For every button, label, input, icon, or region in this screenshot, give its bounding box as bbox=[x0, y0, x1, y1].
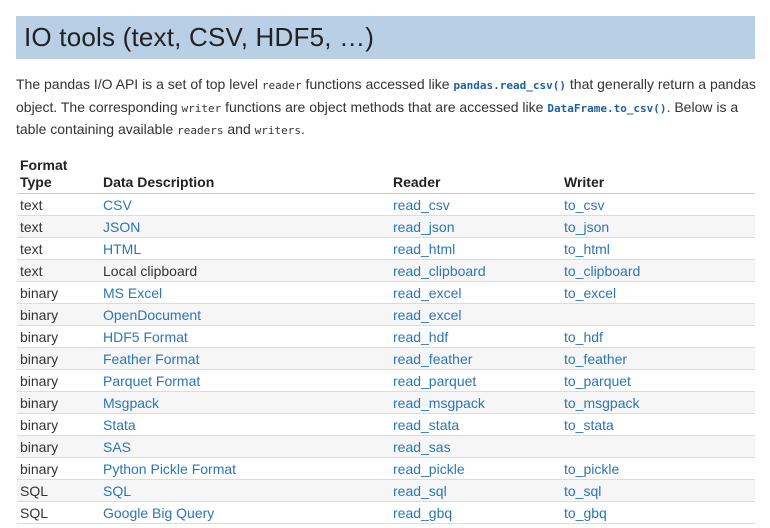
data-description-link[interactable]: SAS bbox=[100, 435, 390, 458]
writer-link[interactable]: to_msgpack bbox=[561, 391, 755, 414]
table-row: text JSON read_json to_json bbox=[17, 215, 755, 238]
data-description-cell: Local clipboard bbox=[100, 259, 390, 282]
intro-text: and bbox=[223, 121, 255, 137]
reader-link[interactable]: read_stata bbox=[390, 413, 561, 436]
intro-text: functions are object methods that are ac… bbox=[221, 98, 548, 115]
format-type-cell: binary bbox=[17, 303, 100, 326]
writer-cell-empty bbox=[561, 435, 755, 458]
format-type-cell: binary bbox=[17, 347, 100, 370]
table-row: binary Python Pickle Format read_pickle to_… bbox=[17, 457, 755, 480]
writer-link[interactable]: to_csv bbox=[561, 193, 755, 216]
table-row: binary Stata read_stata to_stata bbox=[17, 413, 755, 436]
writer-cell-empty bbox=[561, 303, 755, 326]
inline-code-writers: writers bbox=[254, 124, 301, 137]
data-description-link[interactable]: HDF5 Format bbox=[100, 325, 390, 348]
data-description-link[interactable]: Python Pickle Format bbox=[100, 457, 390, 480]
format-type-cell: binary bbox=[17, 435, 100, 458]
reader-link[interactable]: read_gbq bbox=[390, 501, 561, 524]
format-type-cell: binary bbox=[17, 413, 100, 436]
reader-link[interactable]: read_html bbox=[390, 237, 561, 260]
table-row: binary MS Excel read_excel to_excel bbox=[17, 281, 755, 304]
data-description-link[interactable]: Parquet Format bbox=[100, 369, 390, 392]
writer-link[interactable]: to_excel bbox=[561, 281, 755, 304]
writer-link[interactable]: to_stata bbox=[561, 413, 755, 436]
table-row: text CSV read_csv to_csv bbox=[17, 193, 755, 216]
format-type-cell: text bbox=[17, 259, 100, 282]
table-row: binary Parquet Format read_parquet to_parqu… bbox=[17, 369, 755, 392]
format-type-cell: binary bbox=[17, 457, 100, 480]
data-description-link[interactable]: HTML bbox=[100, 237, 390, 260]
data-description-link[interactable]: Msgpack bbox=[100, 391, 390, 414]
reader-link[interactable]: read_csv bbox=[390, 193, 561, 216]
writer-link[interactable]: to_sql bbox=[561, 479, 755, 502]
table-row: binary Msgpack read_msgpack to_msgpack bbox=[17, 391, 755, 414]
writer-link[interactable]: to_pickle bbox=[561, 457, 755, 480]
read-csv-link[interactable]: pandas.read_csv() bbox=[453, 79, 566, 92]
writer-link[interactable]: to_json bbox=[561, 215, 755, 238]
writer-link[interactable]: to_feather bbox=[561, 347, 755, 370]
format-type-cell: SQL bbox=[17, 501, 100, 524]
writer-link[interactable]: to_clipboard bbox=[561, 259, 755, 282]
table-row: text Local clipboard read_clipboard to_clip… bbox=[17, 259, 755, 282]
data-description-link[interactable]: CSV bbox=[100, 193, 390, 216]
intro-text: . bbox=[300, 121, 305, 137]
header-format-type: Format Type bbox=[17, 155, 100, 194]
intro-text: functions accessed like bbox=[301, 76, 454, 92]
table-row: SQL Google Big Query read_gbq to_gbq bbox=[17, 501, 755, 524]
header-writer: Writer bbox=[561, 155, 755, 194]
header-reader: Reader bbox=[390, 155, 561, 194]
reader-link[interactable]: read_sql bbox=[390, 479, 561, 502]
reader-link[interactable]: read_json bbox=[390, 215, 561, 238]
table-row: binary SAS read_sas bbox=[17, 435, 755, 458]
table-row: text HTML read_html to_html bbox=[17, 237, 755, 260]
page-title-bar: IO tools (text, CSV, HDF5, …) bbox=[16, 16, 755, 59]
inline-code-reader: reader bbox=[261, 79, 302, 92]
intro-paragraph: The pandas I/O API is a set of top level… bbox=[16, 74, 756, 142]
table-row: binary Feather Format read_feather to_feath… bbox=[17, 347, 755, 370]
reader-link[interactable]: read_pickle bbox=[390, 457, 561, 480]
format-type-cell: text bbox=[17, 193, 100, 216]
format-type-cell: binary bbox=[17, 391, 100, 414]
writer-link[interactable]: to_html bbox=[561, 237, 755, 260]
format-type-cell: binary bbox=[17, 325, 100, 348]
reader-link[interactable]: read_excel bbox=[390, 281, 561, 304]
table-row: SQL SQL read_sql to_sql bbox=[17, 479, 755, 502]
data-description-link[interactable]: OpenDocument bbox=[100, 303, 390, 326]
writer-link[interactable]: to_gbq bbox=[561, 501, 755, 524]
format-type-cell: text bbox=[17, 215, 100, 238]
reader-link[interactable]: read_parquet bbox=[390, 369, 561, 392]
table-body: text CSV read_csv to_csv text JSON read_json to… bbox=[17, 193, 755, 524]
inline-code-readers: readers bbox=[177, 124, 224, 137]
reader-link[interactable]: read_hdf bbox=[390, 325, 561, 348]
reader-link[interactable]: read_msgpack bbox=[390, 391, 561, 414]
format-type-cell: binary bbox=[17, 369, 100, 392]
io-tools-table: Format Type Data Description Reader Writ… bbox=[17, 155, 755, 524]
format-type-cell: SQL bbox=[17, 479, 100, 502]
format-type-cell: text bbox=[17, 237, 100, 260]
dataframe-to-csv-link[interactable]: DataFrame.to_csv() bbox=[547, 102, 666, 115]
data-description-link[interactable]: JSON bbox=[100, 215, 390, 238]
inline-code-writer: writer bbox=[181, 101, 222, 115]
data-description-link[interactable]: Stata bbox=[100, 413, 390, 436]
reader-link[interactable]: read_feather bbox=[390, 347, 561, 370]
intro-text: The pandas I/O API is a set of top level bbox=[16, 76, 262, 92]
reader-link[interactable]: read_clipboard bbox=[390, 259, 561, 282]
header-data-description: Data Description bbox=[100, 155, 390, 194]
table-row: binary HDF5 Format read_hdf to_hdf bbox=[17, 325, 755, 348]
data-description-link[interactable]: Feather Format bbox=[100, 347, 390, 370]
data-description-link[interactable]: MS Excel bbox=[100, 281, 390, 304]
data-description-link[interactable]: SQL bbox=[100, 479, 390, 502]
format-type-cell: binary bbox=[17, 281, 100, 304]
page-title: IO tools (text, CSV, HDF5, …) bbox=[24, 22, 375, 52]
data-description-link[interactable]: Google Big Query bbox=[100, 501, 390, 524]
reader-link[interactable]: read_sas bbox=[390, 435, 561, 458]
table-row: binary OpenDocument read_excel bbox=[17, 303, 755, 326]
reader-link[interactable]: read_excel bbox=[390, 303, 561, 326]
table-header-row: Format Type Data Description Reader Writ… bbox=[17, 155, 755, 194]
writer-link[interactable]: to_hdf bbox=[561, 325, 755, 348]
writer-link[interactable]: to_parquet bbox=[561, 369, 755, 392]
